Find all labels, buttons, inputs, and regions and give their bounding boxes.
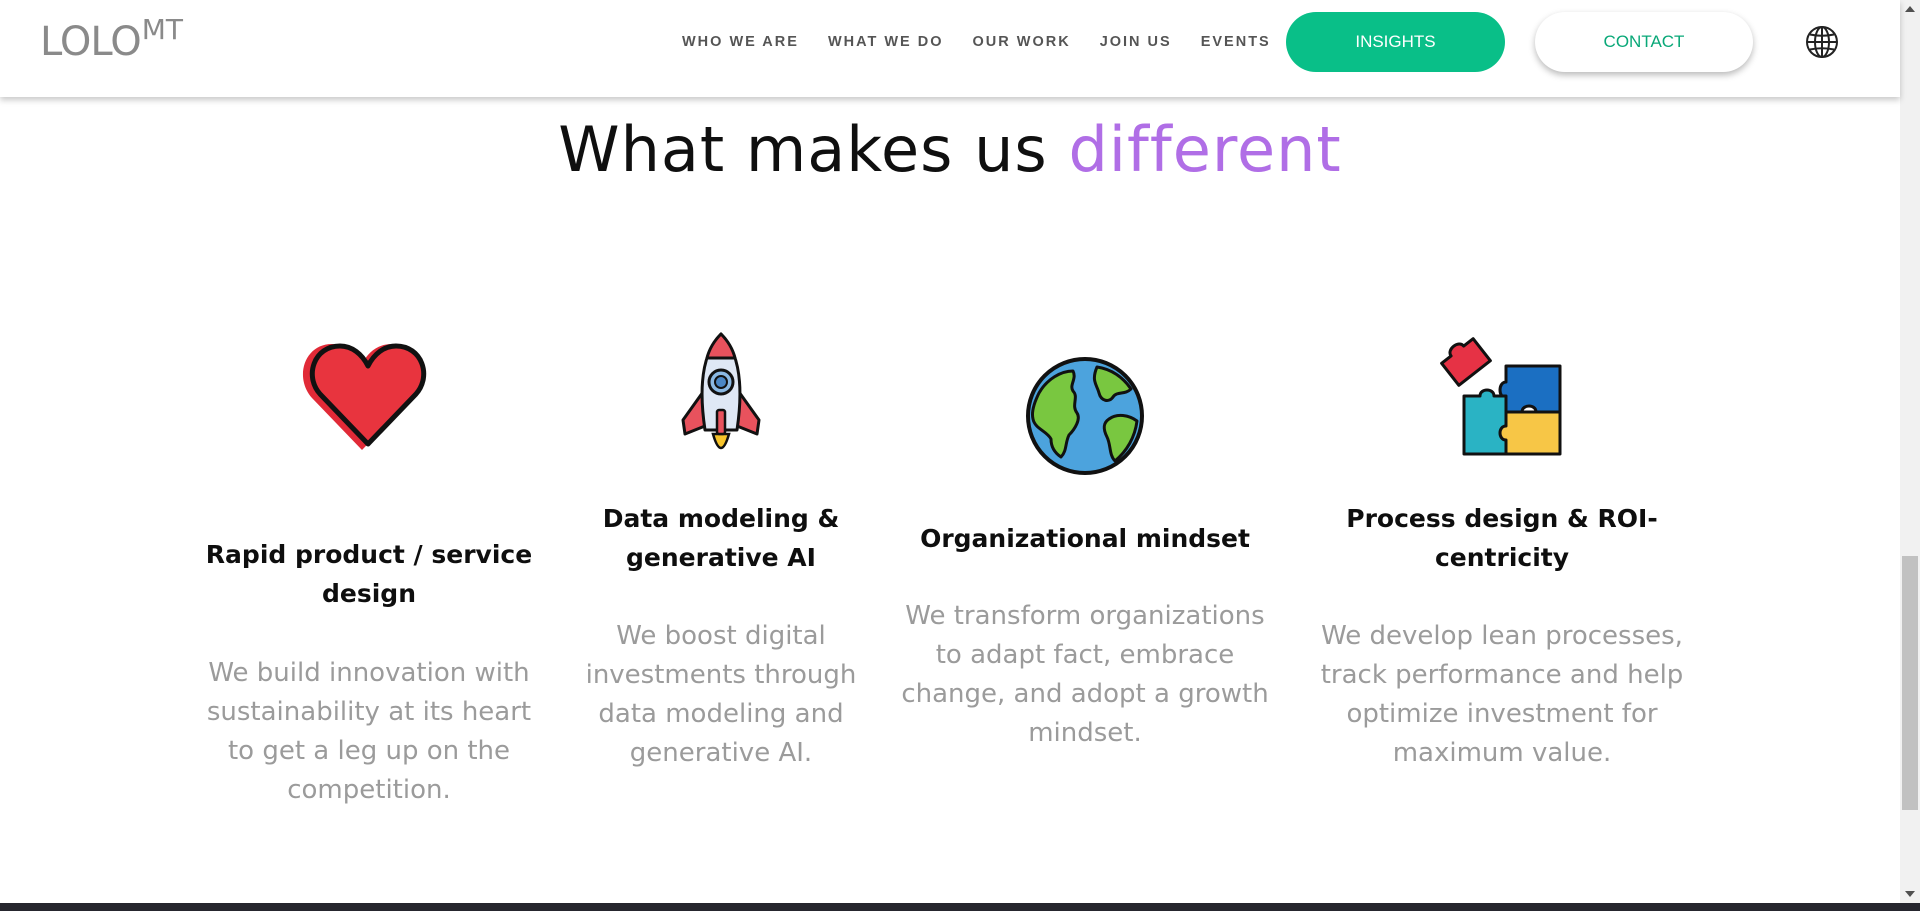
logo[interactable]: LOLOMT — [40, 16, 183, 65]
earth-icon — [1026, 357, 1144, 475]
site-header: LOLOMT WHO WE ARE WHAT WE DO OUR WORK JO… — [0, 0, 1900, 97]
feature-card-data-modeling — [679, 330, 763, 464]
puzzle-icon — [1440, 337, 1562, 456]
logo-superscript: MT — [141, 13, 183, 46]
insights-button[interactable]: INSIGHTS — [1286, 12, 1505, 72]
section-headline: What makes us different — [0, 113, 1900, 186]
bottom-taskbar-edge — [0, 903, 1920, 911]
feature-desc-data-modeling: We boost digital investments through dat… — [585, 621, 857, 768]
feature-desc-rapid-design: We build innovation with sustainability … — [206, 658, 532, 805]
rocket-icon — [681, 332, 761, 450]
nav-events[interactable]: EVENTS — [1201, 34, 1271, 50]
globe-icon — [1806, 26, 1838, 58]
heart-icon — [302, 343, 427, 450]
nav-join-us[interactable]: JOIN US — [1100, 34, 1172, 50]
feature-title-process-design: Process design & ROI-centricity — [1346, 504, 1658, 572]
logo-text: LOLO — [40, 19, 142, 65]
feature-card-org-mindset — [1021, 357, 1149, 479]
nav-what-we-do[interactable]: WHAT WE DO — [828, 34, 944, 50]
feature-card-process-design — [1440, 336, 1566, 462]
contact-button[interactable]: CONTACT — [1535, 12, 1753, 72]
feature-title-org-mindset: Organizational mindset — [920, 524, 1250, 553]
language-button[interactable] — [1805, 25, 1839, 59]
feature-desc-process-design: We develop lean processes, track perform… — [1320, 621, 1684, 768]
feature-card-rapid-design — [302, 336, 434, 458]
page-scrollbar[interactable] — [1900, 0, 1920, 903]
scroll-up-arrow-icon[interactable] — [1905, 6, 1915, 12]
nav-who-we-are[interactable]: WHO WE ARE — [682, 34, 799, 50]
headline-text: What makes us — [558, 113, 1048, 186]
nav-our-work[interactable]: OUR WORK — [973, 34, 1071, 50]
main-nav: WHO WE ARE WHAT WE DO OUR WORK JOIN US E… — [682, 0, 1300, 84]
feature-title-rapid-design: Rapid product / service design — [205, 540, 533, 608]
scroll-down-arrow-icon[interactable] — [1905, 891, 1915, 897]
headline-accent: different — [1068, 113, 1342, 186]
feature-title-data-modeling: Data modeling & generative AI — [602, 504, 840, 572]
scrollbar-thumb[interactable] — [1902, 556, 1918, 810]
feature-desc-org-mindset: We transform organizations to adapt fact… — [901, 601, 1269, 748]
